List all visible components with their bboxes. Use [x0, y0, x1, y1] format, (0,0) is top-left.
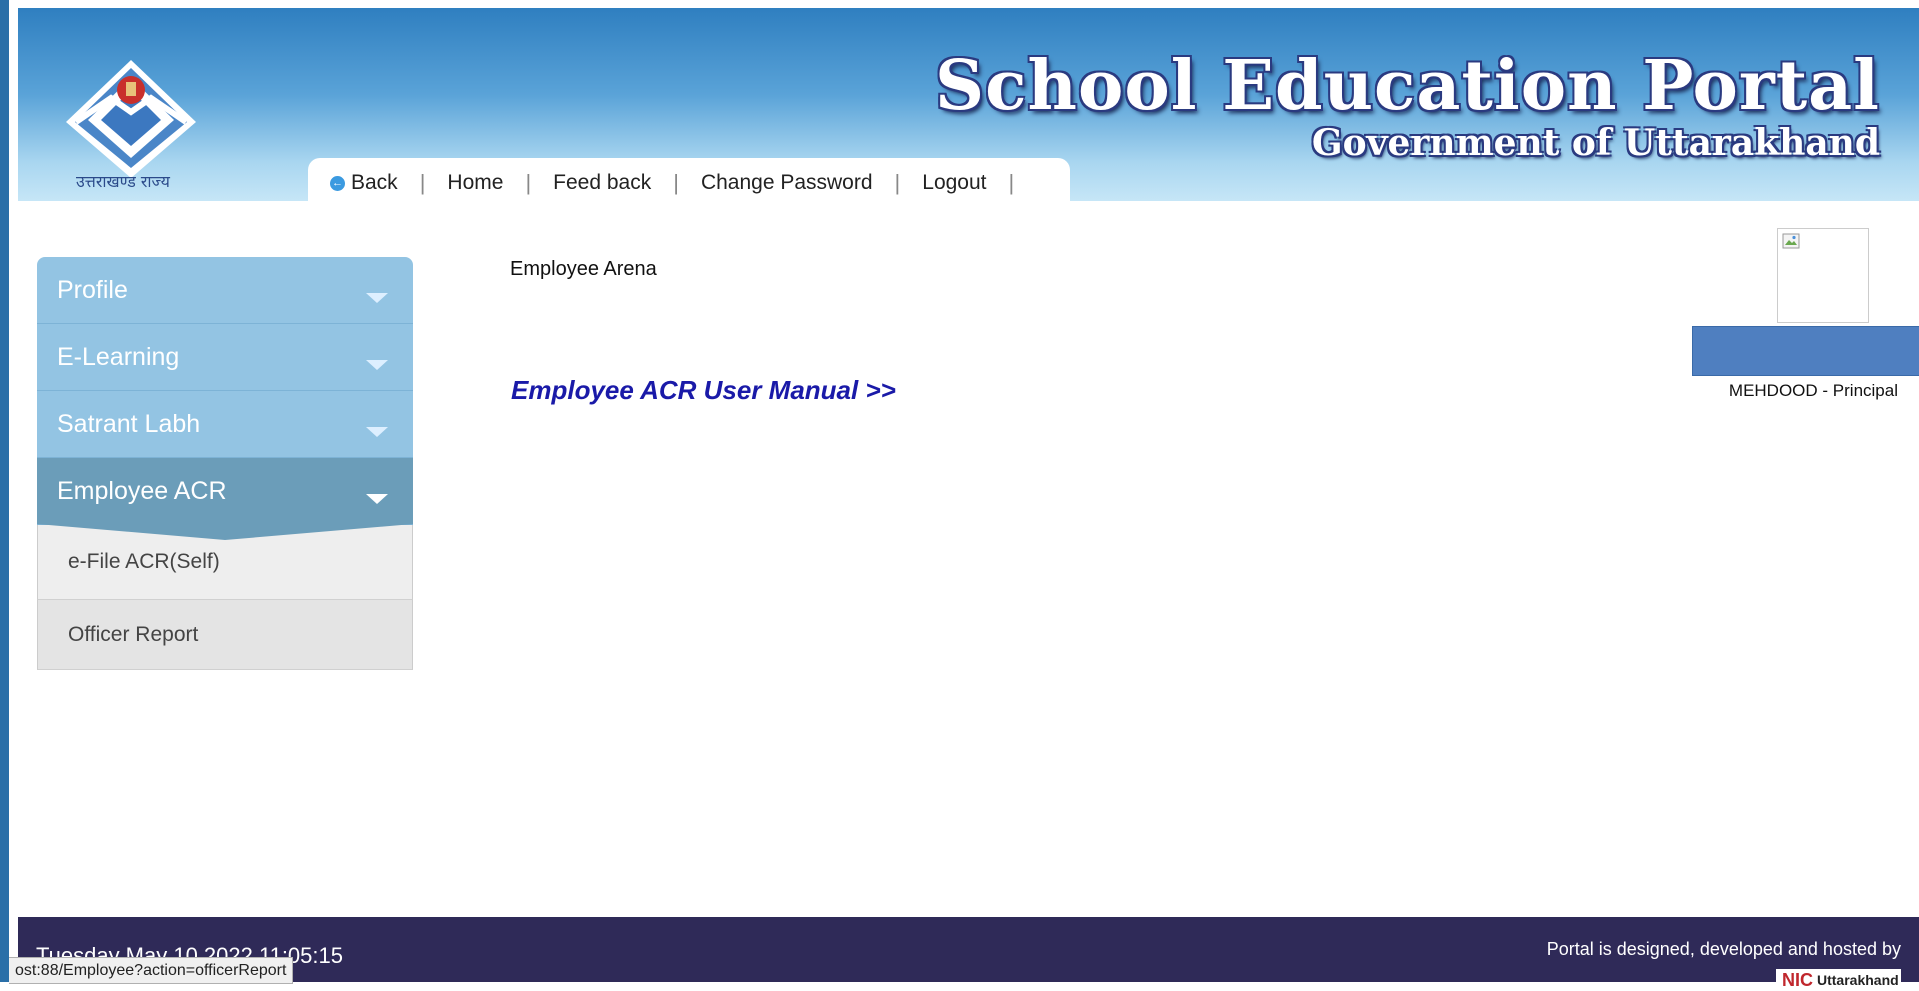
back-label: Back [351, 171, 398, 194]
sidebar-item-satrant-labh[interactable]: Satrant Labh [37, 391, 413, 458]
user-photo [1777, 228, 1869, 323]
nav-divider: | [1008, 170, 1015, 195]
top-nav: ← Back | Home | Feed back | Change Passw… [308, 158, 1070, 208]
section-label: Employee Arena [510, 258, 657, 280]
broken-image-icon [1782, 233, 1800, 249]
nic-region: Uttarakhand [1817, 972, 1899, 988]
sidebar-item-label: E-Learning [57, 342, 180, 371]
portal-title: School Education Portal [935, 46, 1880, 126]
feedback-link[interactable]: Feed back [531, 171, 673, 195]
sidebar-item-employee-acr[interactable]: Employee ACR [37, 458, 413, 525]
page-frame: उत्तराखण्ड राज्य ← Back | Home | Feed ba… [0, 0, 1919, 991]
sidebar-item-profile[interactable]: Profile [37, 257, 413, 324]
user-manual-link[interactable]: Employee ACR User Manual >> [511, 375, 896, 406]
footer-credits: Portal is designed, developed and hosted… [1546, 939, 1901, 959]
logo-caption: उत्तराखण्ड राज्य [76, 172, 170, 191]
chevron-down-icon [366, 494, 388, 504]
submenu-item-officer-report[interactable]: Officer Report [37, 600, 413, 670]
chevron-down-icon [366, 360, 388, 370]
sidebar-item-e-learning[interactable]: E-Learning [37, 324, 413, 391]
footer: Tuesday May 10 2022 11:05:15 Portal is d… [18, 917, 1919, 991]
user-name: MEHDOOD - Principal [1728, 381, 1898, 400]
browser-status-url: ost:88/Employee?action=officerReport [9, 957, 294, 984]
header: उत्तराखण्ड राज्य ← Back | Home | Feed ba… [18, 8, 1919, 208]
sidebar-menu: Profile E-Learning Satrant Labh Employee… [37, 257, 413, 670]
user-info-bar [1692, 326, 1919, 376]
chevron-down-icon [366, 293, 388, 303]
logout-link[interactable]: Logout [900, 171, 1008, 195]
back-link[interactable]: ← Back [308, 171, 420, 195]
nic-logo: NIC Uttarakhand [1776, 969, 1901, 991]
sidebar-item-label: Profile [57, 275, 128, 304]
home-link[interactable]: Home [425, 171, 525, 195]
change-password-link[interactable]: Change Password [679, 171, 895, 195]
chevron-down-icon [366, 427, 388, 437]
portal-subtitle: Government of Uttarakhand [1311, 122, 1880, 164]
nic-logo-mark: NIC [1782, 969, 1813, 990]
sidebar-item-label: Employee ACR [57, 476, 227, 505]
back-arrow-icon: ← [330, 175, 345, 191]
portal-title-block: School Education Portal Government of Ut… [935, 46, 1880, 164]
sidebar-item-label: Satrant Labh [57, 409, 201, 438]
